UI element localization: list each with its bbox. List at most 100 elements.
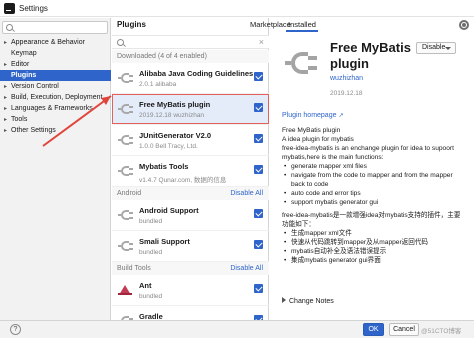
plugin-section-header: Android Disable All	[112, 187, 269, 200]
tree-item-label: Tools	[11, 116, 28, 123]
tree-item-other-settings[interactable]: ▸ Other Settings	[0, 125, 111, 136]
chevron-right-icon	[282, 297, 286, 303]
change-notes-label: Change Notes	[289, 298, 334, 305]
plugin-homepage-link[interactable]: Plugin homepage ↗	[282, 112, 343, 119]
title-bar: Settings	[0, 0, 474, 17]
tree-item-plugins[interactable]: Plugins	[0, 70, 111, 81]
settings-tree-list: ▸ Appearance & Behavior Keymap ▸ Editor Plugi…	[0, 37, 111, 136]
plugin-meta: v1.4.7 Qunar.com, 数据的信息	[139, 177, 227, 184]
plugin-name: Smali Support	[139, 237, 190, 246]
feature-item: generate mapper xml files	[284, 162, 467, 171]
tree-item-label: Build, Execution, Deployment	[11, 94, 103, 101]
plugin-meta: 2019.12.18 wuzhizhan	[139, 112, 205, 119]
dialog-footer: ? OK Cancel @51CTO博客	[0, 320, 474, 338]
enable-checkbox[interactable]	[254, 165, 263, 174]
enable-checkbox[interactable]	[254, 209, 263, 218]
plugin-name: Ant	[139, 281, 152, 290]
tree-item-build-execution-deployment[interactable]: ▸ Build, Execution, Deployment	[0, 92, 111, 103]
disable-all-link[interactable]: Disable All	[230, 187, 263, 200]
enable-checkbox[interactable]	[254, 72, 263, 81]
tree-item-version-control[interactable]: ▸ Version Control	[0, 81, 111, 92]
plugins-list-panel: Plugins × Downloaded (4 of 4 enabled) Ali…	[112, 18, 269, 337]
chevron-right-icon[interactable]: ▸	[4, 126, 11, 137]
watermark-text: @51CTO博客	[421, 328, 462, 335]
tree-item-editor[interactable]: ▸ Editor	[0, 59, 111, 70]
disable-button-label: Disable	[422, 44, 446, 51]
ant-icon	[118, 282, 134, 298]
enable-checkbox[interactable]	[254, 134, 263, 143]
tree-item-label: Other Settings	[11, 127, 56, 134]
feature-item: 集成mybatis generator gui界面	[284, 256, 467, 265]
disable-all-link[interactable]: Disable All	[230, 262, 263, 275]
plugin-section-header: Build Tools Disable All	[112, 262, 269, 275]
description-line: A idea plugin for mybatis	[282, 136, 354, 143]
plugin-detail-title: Free MyBatis plugin	[330, 40, 411, 71]
plugin-row[interactable]: Alibaba Java Coding Guidelines 2.0.1 alib…	[112, 63, 269, 94]
feature-list-cn: 生成mapper xml文件 快速从代码跳转到mapper及从mapper返回代…	[282, 229, 467, 265]
plugin-row[interactable]: Android Support bundled	[112, 200, 269, 231]
enable-checkbox[interactable]	[254, 240, 263, 249]
plugin-row[interactable]: Ant bundled	[112, 275, 269, 306]
section-label: Android	[117, 190, 142, 197]
plugin-name: Mybatis Tools	[139, 162, 189, 171]
plugin-row[interactable]: Free MyBatis plugin 2019.12.18 wuzhizhan	[112, 94, 269, 125]
section-label: Downloaded (4 of 4 enabled)	[117, 53, 207, 60]
tree-item-label: Plugins	[11, 72, 37, 79]
tree-item-appearance-behavior[interactable]: ▸ Appearance & Behavior	[0, 37, 111, 48]
cancel-button[interactable]: Cancel	[389, 323, 419, 336]
description-line: free-idea-mybatis is an enchange plugin …	[282, 145, 454, 161]
feature-item: navigate from the code to mapper and fro…	[284, 171, 467, 189]
plugin-version-date: 2019.12.18	[330, 90, 363, 97]
description-line: Free MyBatis plugin	[282, 127, 341, 134]
plugin-tabs: Marketplace Installed	[250, 18, 474, 32]
tree-item-label: Languages & Frameworks	[11, 105, 93, 112]
plugin-meta: bundled	[139, 249, 163, 256]
ok-button[interactable]: OK	[363, 323, 384, 336]
tree-item-keymap[interactable]: Keymap	[0, 48, 111, 59]
plug-icon	[118, 207, 134, 223]
section-label: Build Tools	[117, 265, 151, 272]
settings-tree-panel: ▸ Appearance & Behavior Keymap ▸ Editor Plugi…	[0, 18, 111, 320]
search-icon	[6, 24, 13, 31]
plugin-homepage-label: Plugin homepage	[282, 112, 337, 119]
tree-item-label: Version Control	[11, 83, 59, 90]
external-link-icon: ↗	[338, 113, 344, 119]
plugin-meta: 1.0.0 Bell Tracy, Ltd.	[139, 143, 198, 150]
plugin-row[interactable]: Smali Support bundled	[112, 231, 269, 262]
clear-search-icon[interactable]: ×	[259, 37, 264, 47]
plugin-search-input[interactable]: ×	[112, 35, 269, 49]
plugin-name: Alibaba Java Coding Guidelines	[139, 69, 254, 78]
tab-installed[interactable]: Installed	[286, 18, 318, 32]
plugin-description: Free MyBatis plugin A idea plugin for my…	[282, 126, 467, 265]
plugin-section-header: Downloaded (4 of 4 enabled)	[112, 50, 269, 63]
feature-item: 生成mapper xml文件	[284, 229, 467, 238]
plugin-large-icon	[285, 45, 321, 81]
tree-item-tools[interactable]: ▸ Tools	[0, 114, 111, 125]
change-notes-toggle[interactable]: Change Notes	[282, 297, 334, 305]
feature-item: auto code and error tips	[284, 189, 467, 198]
plugin-name: JUnitGenerator V2.0	[139, 131, 212, 140]
plug-icon	[118, 70, 134, 86]
disable-button[interactable]: Disable	[416, 42, 456, 54]
enable-checkbox[interactable]	[254, 103, 263, 112]
plugin-vendor-link[interactable]: wuzhizhan	[330, 75, 363, 82]
search-icon	[117, 39, 124, 46]
gear-icon[interactable]	[459, 20, 469, 30]
plug-icon	[118, 101, 134, 117]
tree-item-languages-frameworks[interactable]: ▸ Languages & Frameworks	[0, 103, 111, 114]
feature-list-en: generate mapper xml files navigate from …	[282, 162, 467, 207]
enable-checkbox[interactable]	[254, 284, 263, 293]
plugin-meta: bundled	[139, 218, 163, 225]
feature-item: support mybatis generator gui	[284, 198, 467, 207]
plugin-list: Downloaded (4 of 4 enabled) Alibaba Java …	[112, 50, 269, 337]
plugin-row[interactable]: Mybatis Tools v1.4.7 Qunar.com, 数据的信息	[112, 156, 269, 187]
description-cn: free-idea-mybatis是一款增强idea对mybatis支持的插件，…	[282, 212, 461, 228]
tree-item-label: Editor	[11, 61, 30, 68]
plugins-title: Plugins	[117, 20, 146, 29]
settings-search-input[interactable]	[2, 21, 108, 34]
plugin-meta: bundled	[139, 293, 163, 300]
help-icon[interactable]: ?	[10, 324, 21, 335]
intellij-app-icon	[4, 3, 15, 14]
plugin-row[interactable]: JUnitGenerator V2.0 1.0.0 Bell Tracy, Ltd…	[112, 125, 269, 156]
tree-item-label: Keymap	[11, 50, 37, 57]
